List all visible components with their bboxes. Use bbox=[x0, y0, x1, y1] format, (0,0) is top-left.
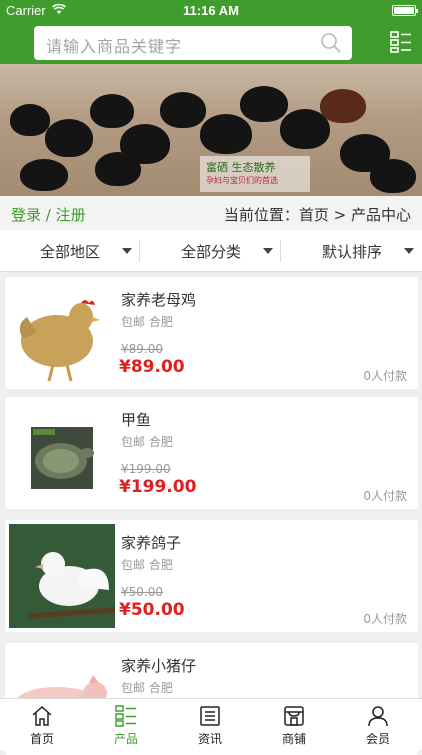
original-price: ¥50.00 bbox=[121, 585, 163, 599]
product-tags: 包邮 合肥 bbox=[121, 558, 173, 572]
banner-image[interactable]: 富硒 生态散养 孕妇与宝贝们的首选 bbox=[0, 64, 422, 196]
filter-category-label: 全部分类 bbox=[181, 243, 242, 261]
chevron-down-icon bbox=[263, 248, 273, 254]
product-name[interactable]: 家养老母鸡 bbox=[121, 289, 196, 310]
tab-shop[interactable]: 商铺 bbox=[252, 699, 336, 751]
original-price: ¥89.00 bbox=[121, 342, 163, 356]
sale-price: ¥199.00 bbox=[119, 477, 197, 497]
current-location: 当前位置：首页 > 产品中心 bbox=[223, 206, 411, 224]
tab-news[interactable]: 资讯 bbox=[168, 699, 252, 751]
tab-member-label: 会员 bbox=[365, 732, 390, 746]
product-tags: 包邮 合肥 bbox=[121, 681, 173, 695]
filter-sort-label: 默认排序 bbox=[322, 243, 383, 261]
tab-news-label: 资讯 bbox=[197, 732, 222, 746]
battery-icon bbox=[392, 5, 418, 16]
banner-caption: 富硒 生态散养 孕妇与宝贝们的首选 bbox=[200, 156, 310, 192]
sale-price: ¥89.00 bbox=[119, 357, 185, 377]
paid-count: 0人付款 bbox=[363, 612, 407, 626]
product-tags: 包邮 合肥 bbox=[121, 315, 173, 329]
chevron-down-icon bbox=[404, 248, 414, 254]
sale-price: ¥50.00 bbox=[119, 600, 185, 620]
paid-count: 0人付款 bbox=[363, 369, 407, 383]
product-name[interactable]: 家养鸽子 bbox=[121, 532, 181, 553]
search-input[interactable]: 请输入商品关键字 bbox=[34, 26, 352, 60]
hen-photo bbox=[9, 281, 115, 385]
product-name[interactable]: 家养小猪仔 bbox=[121, 655, 196, 676]
filter-sort[interactable]: 默认排序 bbox=[282, 230, 422, 272]
filter-bar: 全部地区 全部分类 默认排序 bbox=[0, 230, 422, 272]
product-name[interactable]: 甲鱼 bbox=[121, 409, 151, 430]
category-menu-icon[interactable] bbox=[390, 31, 412, 53]
search-placeholder: 请输入商品关键字 bbox=[46, 37, 183, 56]
tab-home-label: 首页 bbox=[29, 732, 54, 746]
news-icon bbox=[200, 706, 220, 726]
banner-tag-line1: 富硒 生态散养 bbox=[206, 161, 276, 174]
tab-home[interactable]: 首页 bbox=[0, 699, 84, 751]
paid-count: 0人付款 bbox=[363, 489, 407, 503]
banner-tag-line2: 孕妇与宝贝们的首选 bbox=[206, 176, 278, 185]
user-icon bbox=[368, 706, 388, 727]
search-icon[interactable] bbox=[320, 32, 342, 54]
filter-region-label: 全部地区 bbox=[40, 243, 101, 261]
pigeon-photo bbox=[9, 524, 115, 628]
shop-icon bbox=[284, 706, 304, 726]
product-card[interactable]: 甲鱼 包邮 合肥 ¥199.00 ¥199.00 0人付款 bbox=[5, 397, 418, 509]
tab-shop-label: 商铺 bbox=[281, 732, 306, 746]
product-card[interactable]: 家养鸽子 包邮 合肥 ¥50.00 ¥50.00 0人付款 bbox=[5, 520, 418, 632]
login-register-link[interactable]: 登录 / 注册 bbox=[11, 204, 86, 225]
tab-products[interactable]: 产品 bbox=[84, 699, 168, 751]
clock: 11:16 AM bbox=[183, 3, 239, 18]
turtle-photo bbox=[9, 401, 115, 505]
bottom-tab-bar: 首页 产品 资讯 商铺 会员 bbox=[0, 698, 422, 750]
home-icon bbox=[32, 705, 52, 726]
filter-category[interactable]: 全部分类 bbox=[141, 230, 281, 272]
filter-region[interactable]: 全部地区 bbox=[0, 230, 140, 272]
breadcrumb: 登录 / 注册 当前位置：首页 > 产品中心 bbox=[0, 196, 422, 230]
product-tags: 包邮 合肥 bbox=[121, 435, 173, 449]
tab-products-label: 产品 bbox=[113, 732, 138, 746]
product-grid-icon bbox=[115, 705, 136, 727]
status-bar: Carrier 11:16 AM bbox=[0, 0, 422, 22]
product-card[interactable]: 家养老母鸡 包邮 合肥 ¥89.00 ¥89.00 0人付款 bbox=[5, 277, 418, 389]
tab-member[interactable]: 会员 bbox=[336, 699, 420, 751]
original-price: ¥199.00 bbox=[121, 462, 171, 476]
chevron-down-icon bbox=[122, 248, 132, 254]
app-header: Carrier 11:16 AM 请输入商品关键字 bbox=[0, 0, 422, 64]
